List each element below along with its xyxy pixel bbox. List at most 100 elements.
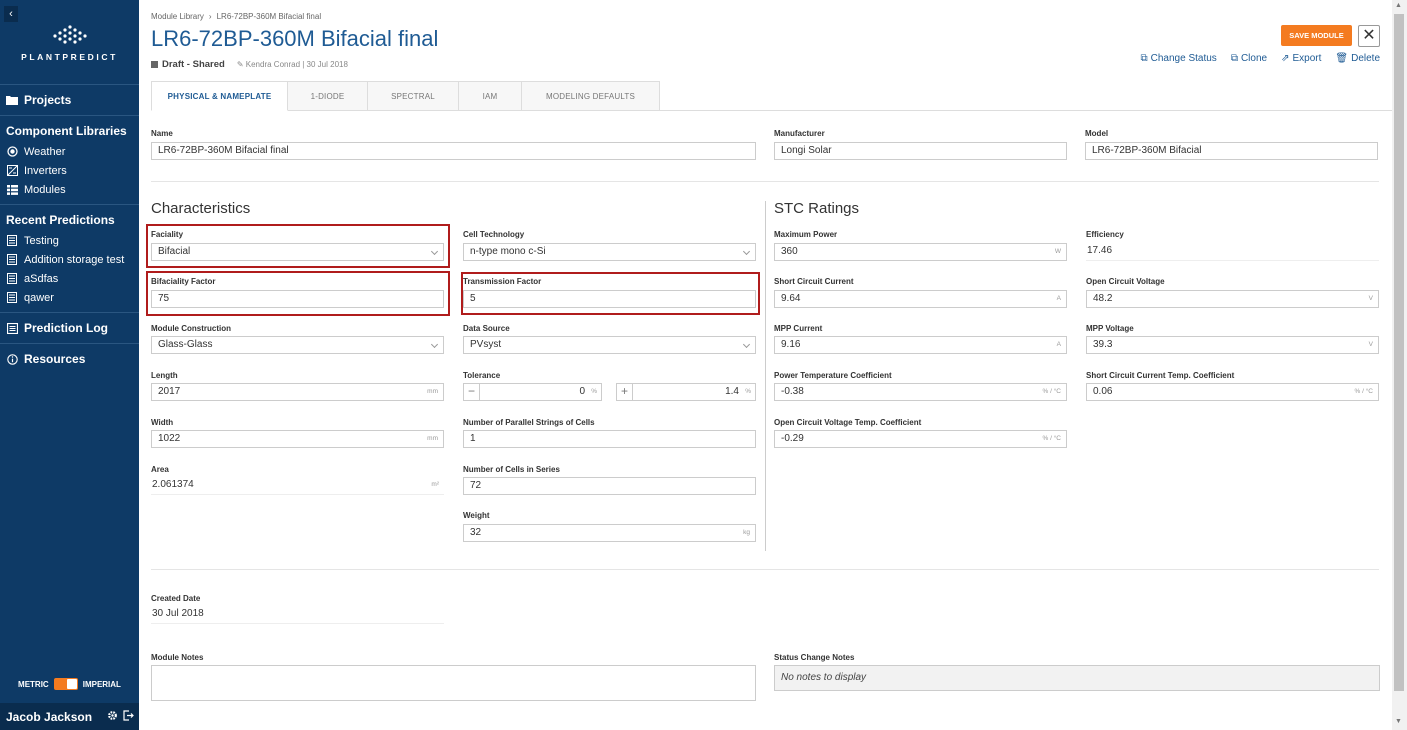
divider <box>151 569 1379 570</box>
isc-unit: A <box>1056 295 1061 302</box>
logo[interactable]: PLANTPREDICT <box>0 24 139 62</box>
weight-label: Weight <box>463 511 490 520</box>
area-label: Area <box>151 465 169 474</box>
max-power-field[interactable]: 360 W <box>774 243 1067 261</box>
power-temp-coefficient-field[interactable]: -0.38% / °C <box>774 383 1067 401</box>
chevron-right-icon: › <box>208 12 212 21</box>
width-field[interactable]: 1022 mm <box>151 430 444 448</box>
recent-item[interactable]: Testing <box>0 231 139 250</box>
mpp-voltage-field[interactable]: 39.3 V <box>1086 336 1379 354</box>
unit-imperial-label: IMPERIAL <box>82 679 121 689</box>
collapse-sidebar-button[interactable]: ‹ <box>4 6 18 22</box>
efficiency-label: Efficiency <box>1086 230 1124 239</box>
tab-1-diode[interactable]: 1-DIODE <box>288 81 368 111</box>
name-field[interactable]: LR6-72BP-360M Bifacial final <box>151 142 756 160</box>
cell-technology-select[interactable]: n-type mono c-Si <box>463 243 756 261</box>
delete-link[interactable]: 🗑 Delete <box>1335 53 1380 64</box>
bifaciality-factor-field[interactable]: 75 <box>151 290 444 308</box>
width-label: Width <box>151 418 174 427</box>
unit-metric-label: METRIC <box>18 679 49 689</box>
scrollbar-thumb[interactable] <box>1394 14 1404 691</box>
status-square-icon <box>151 61 158 68</box>
clone-link[interactable]: ⧉ Clone <box>1231 53 1267 64</box>
tab-iam[interactable]: IAM <box>459 81 522 111</box>
status-change-notes: No notes to display <box>774 665 1380 691</box>
parallel-strings-field[interactable]: 1 <box>463 430 756 448</box>
tolerance-plus-field[interactable]: + 1.4 % <box>616 383 756 401</box>
sidebar-item-projects[interactable]: Projects <box>0 85 139 115</box>
export-link[interactable]: ⇗ Export <box>1281 53 1321 64</box>
recent-item[interactable]: aSdfas <box>0 269 139 288</box>
export-icon: ⇗ <box>1281 53 1290 64</box>
sidebar: ‹ PLANTPREDICT Projects Component Librar… <box>0 0 139 730</box>
tab-physical-nameplate[interactable]: PHYSICAL & NAMEPLATE <box>151 81 288 111</box>
cells-in-series-label: Number of Cells in Series <box>463 465 560 474</box>
copy-icon: ⧉ <box>1140 53 1148 64</box>
module-construction-select[interactable]: Glass-Glass <box>151 336 444 354</box>
tab-spectral[interactable]: SPECTRAL <box>368 81 459 111</box>
logo-text: PLANTPREDICT <box>21 52 118 62</box>
scroll-down-icon[interactable]: ▼ <box>1395 718 1402 725</box>
breadcrumb-root[interactable]: Module Library <box>151 12 204 21</box>
change-status-link[interactable]: ⧉ Change Status <box>1141 53 1217 64</box>
trash-icon: 🗑 <box>1335 53 1349 64</box>
cells-in-series-field[interactable]: 72 <box>463 477 756 495</box>
manufacturer-field[interactable]: Longi Solar <box>774 142 1067 160</box>
gear-icon[interactable] <box>107 710 118 724</box>
faciality-select[interactable]: Bifacial <box>151 243 444 261</box>
isc-temp-coefficient-field[interactable]: 0.06% / °C <box>1086 383 1379 401</box>
sidebar-item-weather[interactable]: Weather <box>0 142 139 161</box>
area-value: 2.061374 m² <box>151 477 444 495</box>
module-notes-label: Module Notes <box>151 653 204 662</box>
length-label: Length <box>151 371 178 380</box>
sidebar-item-inverters[interactable]: Inverters <box>0 161 139 180</box>
vmpp-unit: V <box>1368 341 1373 348</box>
transmission-factor-label: Transmission Factor <box>463 277 542 286</box>
module-notes-textarea[interactable] <box>151 665 756 701</box>
info-icon <box>6 353 18 365</box>
sidebar-item-prediction-log[interactable]: Prediction Log <box>0 313 139 343</box>
logout-icon[interactable] <box>123 709 134 724</box>
recent-item[interactable]: Addition storage test <box>0 250 139 269</box>
save-module-button[interactable]: SAVE MODULE <box>1281 25 1352 46</box>
close-button[interactable]: ✕ <box>1358 25 1380 47</box>
user-name[interactable]: Jacob Jackson <box>6 710 92 724</box>
pencil-icon: ✎ <box>236 60 246 69</box>
impp-unit: A <box>1056 341 1061 348</box>
length-unit: mm <box>427 388 438 395</box>
model-field[interactable]: LR6-72BP-360M Bifacial <box>1085 142 1378 160</box>
scroll-up-icon[interactable]: ▲ <box>1395 2 1402 9</box>
cell-technology-label: Cell Technology <box>463 230 525 239</box>
weight-unit: kg <box>743 529 750 536</box>
length-field[interactable]: 2017 mm <box>151 383 444 401</box>
sidebar-item-label: Projects <box>24 93 72 107</box>
clone-icon: ⧉ <box>1230 53 1238 64</box>
data-source-select[interactable]: PVsyst <box>463 336 756 354</box>
open-circuit-voltage-field[interactable]: 48.2 V <box>1086 290 1379 308</box>
max-power-label: Maximum Power <box>774 230 838 239</box>
tab-modeling-defaults[interactable]: MODELING DEFAULTS <box>522 81 660 111</box>
faciality-label: Faciality <box>151 230 184 239</box>
max-power-unit: W <box>1054 248 1061 255</box>
author-info: ✎ Kendra Conrad | 30 Jul 2018 <box>236 60 348 69</box>
unit-switch[interactable] <box>53 678 78 690</box>
transmission-factor-field[interactable]: 5 <box>463 290 756 308</box>
sidebar-item-label: Addition storage test <box>24 253 125 266</box>
tolerance-minus-field[interactable]: − 0 % <box>463 383 602 401</box>
user-bar: Jacob Jackson <box>0 703 139 730</box>
voc-temp-coefficient-field[interactable]: -0.29% / °C <box>774 430 1067 448</box>
sidebar-item-label: qawer <box>24 291 54 304</box>
sidebar-item-resources[interactable]: Resources <box>0 344 139 374</box>
document-icon <box>6 273 18 285</box>
mpp-current-field[interactable]: 9.16 A <box>774 336 1067 354</box>
recent-predictions-heading: Recent Predictions <box>6 213 115 227</box>
sidebar-nav: Projects Component Libraries Weather Inv… <box>0 84 139 374</box>
recent-item[interactable]: qawer <box>0 288 139 307</box>
sidebar-item-modules[interactable]: Modules <box>0 180 139 199</box>
plus-icon: + <box>617 384 633 400</box>
width-unit: mm <box>427 435 438 442</box>
short-circuit-current-field[interactable]: 9.64 A <box>774 290 1067 308</box>
created-date-label: Created Date <box>151 594 201 603</box>
scrollbar[interactable]: ▲ ▼ <box>1392 0 1407 730</box>
weight-field[interactable]: 32 kg <box>463 524 756 542</box>
